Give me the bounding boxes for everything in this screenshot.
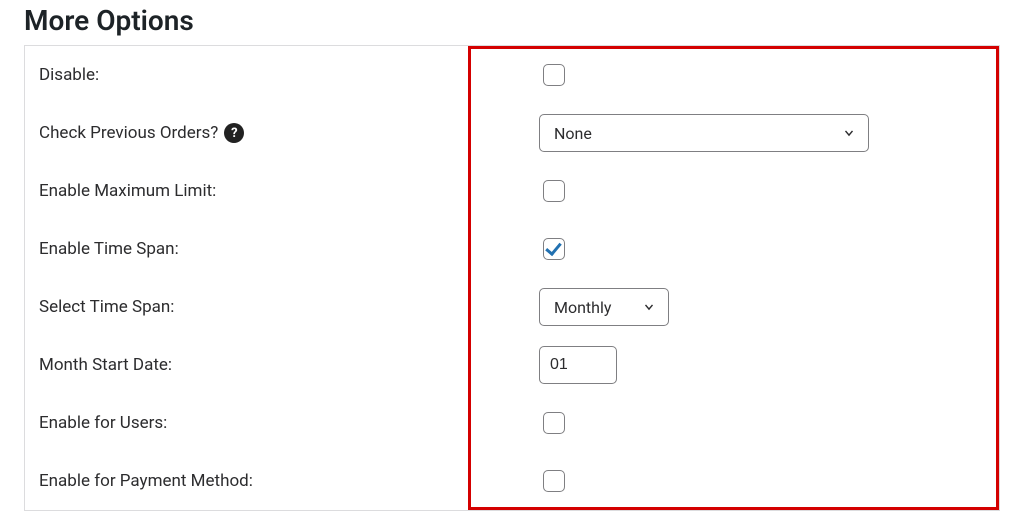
enable-for-payment-method-checkbox[interactable] <box>543 470 565 492</box>
disable-checkbox[interactable] <box>543 64 565 86</box>
chevron-down-icon <box>842 126 856 140</box>
label-enable-for-users: Enable for Users: <box>39 413 539 433</box>
row-select-time-span: Select Time Span: Monthly <box>25 278 999 336</box>
check-previous-orders-value: None <box>554 124 592 143</box>
row-check-previous-orders: Check Previous Orders? ? None <box>25 104 999 162</box>
row-enable-max-limit: Enable Maximum Limit: <box>25 162 999 220</box>
label-select-time-span: Select Time Span: <box>39 297 539 317</box>
enable-time-span-checkbox[interactable] <box>543 238 565 260</box>
select-time-span-select[interactable]: Monthly <box>539 288 669 326</box>
row-enable-for-payment-method: Enable for Payment Method: <box>25 452 999 510</box>
label-enable-for-payment-method: Enable for Payment Method: <box>39 471 539 491</box>
help-icon[interactable]: ? <box>224 123 244 143</box>
label-month-start-date: Month Start Date: <box>39 355 539 375</box>
row-disable: Disable: <box>25 46 999 104</box>
row-enable-for-users: Enable for Users: <box>25 394 999 452</box>
enable-for-users-checkbox[interactable] <box>543 412 565 434</box>
check-previous-orders-select[interactable]: None <box>539 114 869 152</box>
label-disable: Disable: <box>39 65 539 85</box>
label-enable-max-limit: Enable Maximum Limit: <box>39 181 539 201</box>
section-title: More Options <box>24 4 1000 37</box>
label-enable-time-span: Enable Time Span: <box>39 239 539 259</box>
enable-max-limit-checkbox[interactable] <box>543 180 565 202</box>
more-options-panel: Disable: Check Previous Orders? ? None <box>24 45 1000 511</box>
select-time-span-value: Monthly <box>554 298 611 317</box>
label-check-previous-orders: Check Previous Orders? <box>39 123 218 143</box>
row-month-start-date: Month Start Date: <box>25 336 999 394</box>
row-enable-time-span: Enable Time Span: <box>25 220 999 278</box>
chevron-down-icon <box>642 300 656 314</box>
month-start-date-input[interactable] <box>539 346 617 384</box>
